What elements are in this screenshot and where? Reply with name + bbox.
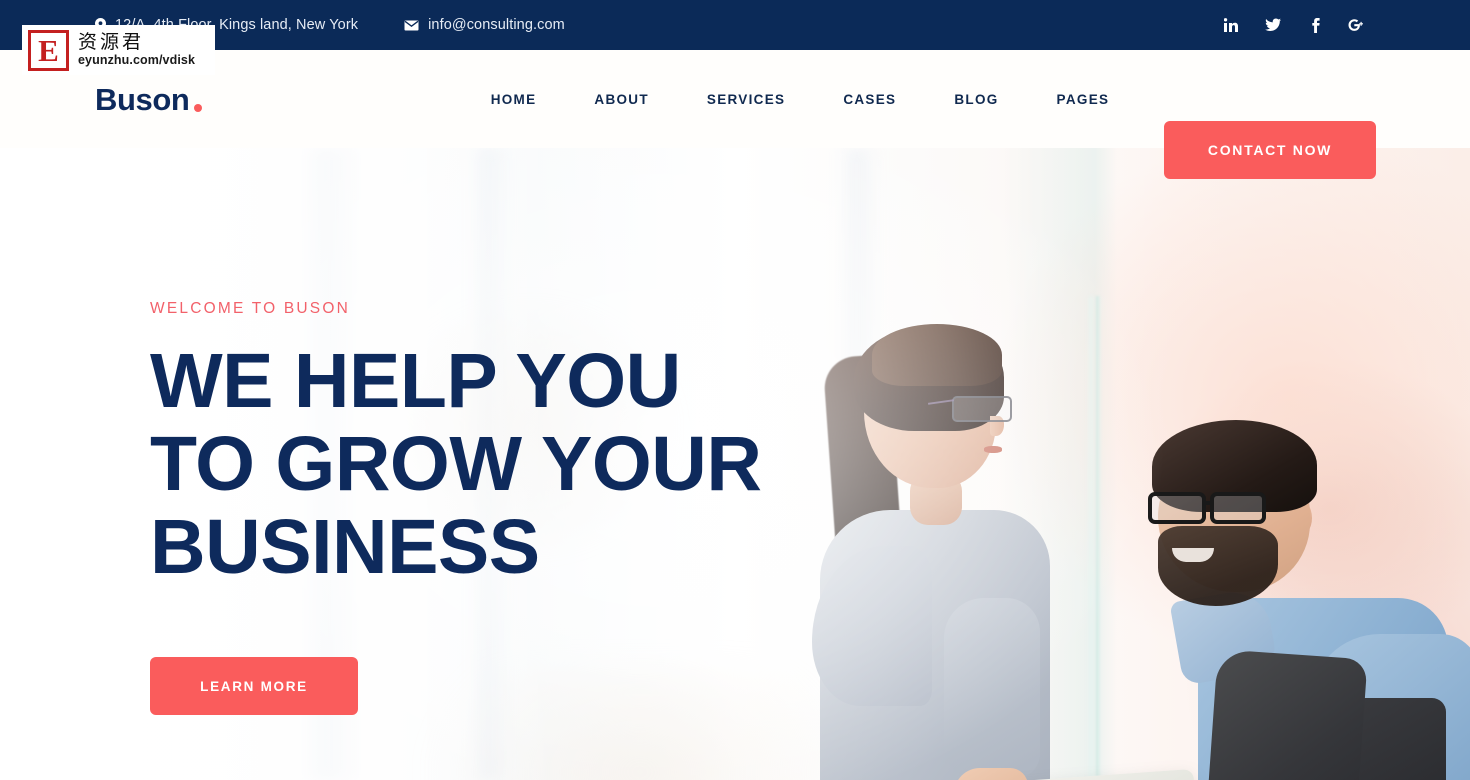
watermark-overlay: E 资源君 eyunzhu.com/vdisk [22, 25, 215, 75]
woman-lips [984, 446, 1002, 453]
linkedin-icon[interactable] [1210, 0, 1252, 50]
hero-copy: WELCOME TO BUSON WE HELP YOU TO GROW YOU… [150, 300, 770, 716]
google-plus-icon[interactable] [1336, 0, 1378, 50]
headline-line-1: WE HELP YOU [150, 338, 681, 424]
hero-section: WELCOME TO BUSON WE HELP YOU TO GROW YOU… [0, 148, 1470, 780]
contact-now-button[interactable]: CONTACT NOW [1164, 121, 1376, 179]
learn-more-button[interactable]: LEARN MORE [150, 657, 358, 716]
facebook-icon[interactable] [1294, 0, 1336, 50]
eyeglasses-icon [1148, 492, 1278, 524]
nav-item-pages[interactable]: PAGES [1028, 82, 1139, 117]
site-logo[interactable]: Buson [95, 81, 203, 117]
nav-item-home[interactable]: HOME [462, 82, 566, 117]
email-text: info@consulting.com [428, 17, 565, 33]
nav-item-blog[interactable]: BLOG [925, 82, 1027, 117]
site-header: Buson HOME ABOUT SERVICES CASES BLOG PAG… [0, 50, 1470, 179]
watermark-url: eyunzhu.com/vdisk [78, 53, 196, 68]
headline-line-2: TO GROW YOUR [150, 421, 762, 508]
twitter-icon[interactable] [1252, 0, 1294, 50]
lens-left [1148, 492, 1206, 524]
hero-eyebrow: WELCOME TO BUSON [150, 300, 350, 317]
nav-item-about[interactable]: ABOUT [565, 82, 678, 117]
man-beard [1158, 526, 1278, 606]
man-vest [1198, 649, 1368, 780]
nav-item-cases[interactable]: CASES [814, 82, 925, 117]
watermark-text: 资源君 eyunzhu.com/vdisk [78, 30, 196, 68]
watermark-chinese-text: 资源君 [78, 30, 145, 53]
logo-dot-icon [194, 103, 203, 112]
woman-arm [944, 598, 1040, 778]
woman-hair-top [872, 324, 1002, 386]
woman-figure [812, 298, 1203, 780]
social-links [1210, 0, 1378, 50]
lens-right [1210, 492, 1266, 524]
hero-headline: WE HELP YOU TO GROW YOUR BUSINESS [150, 338, 770, 591]
top-bar: 12/A, 4th Floor, Kings land, New York in… [0, 0, 1470, 50]
logo-text: Buson [95, 81, 190, 117]
nav-item-services[interactable]: SERVICES [678, 82, 814, 117]
watermark-logo-icon: E [28, 29, 69, 71]
email-item[interactable]: info@consulting.com [404, 17, 565, 33]
main-navigation: HOME ABOUT SERVICES CASES BLOG PAGES [0, 82, 1470, 117]
eyeglasses-icon [952, 396, 1012, 422]
envelope-icon [404, 20, 419, 31]
man-figure [1130, 398, 1470, 780]
headline-line-3: BUSINESS [150, 504, 540, 591]
